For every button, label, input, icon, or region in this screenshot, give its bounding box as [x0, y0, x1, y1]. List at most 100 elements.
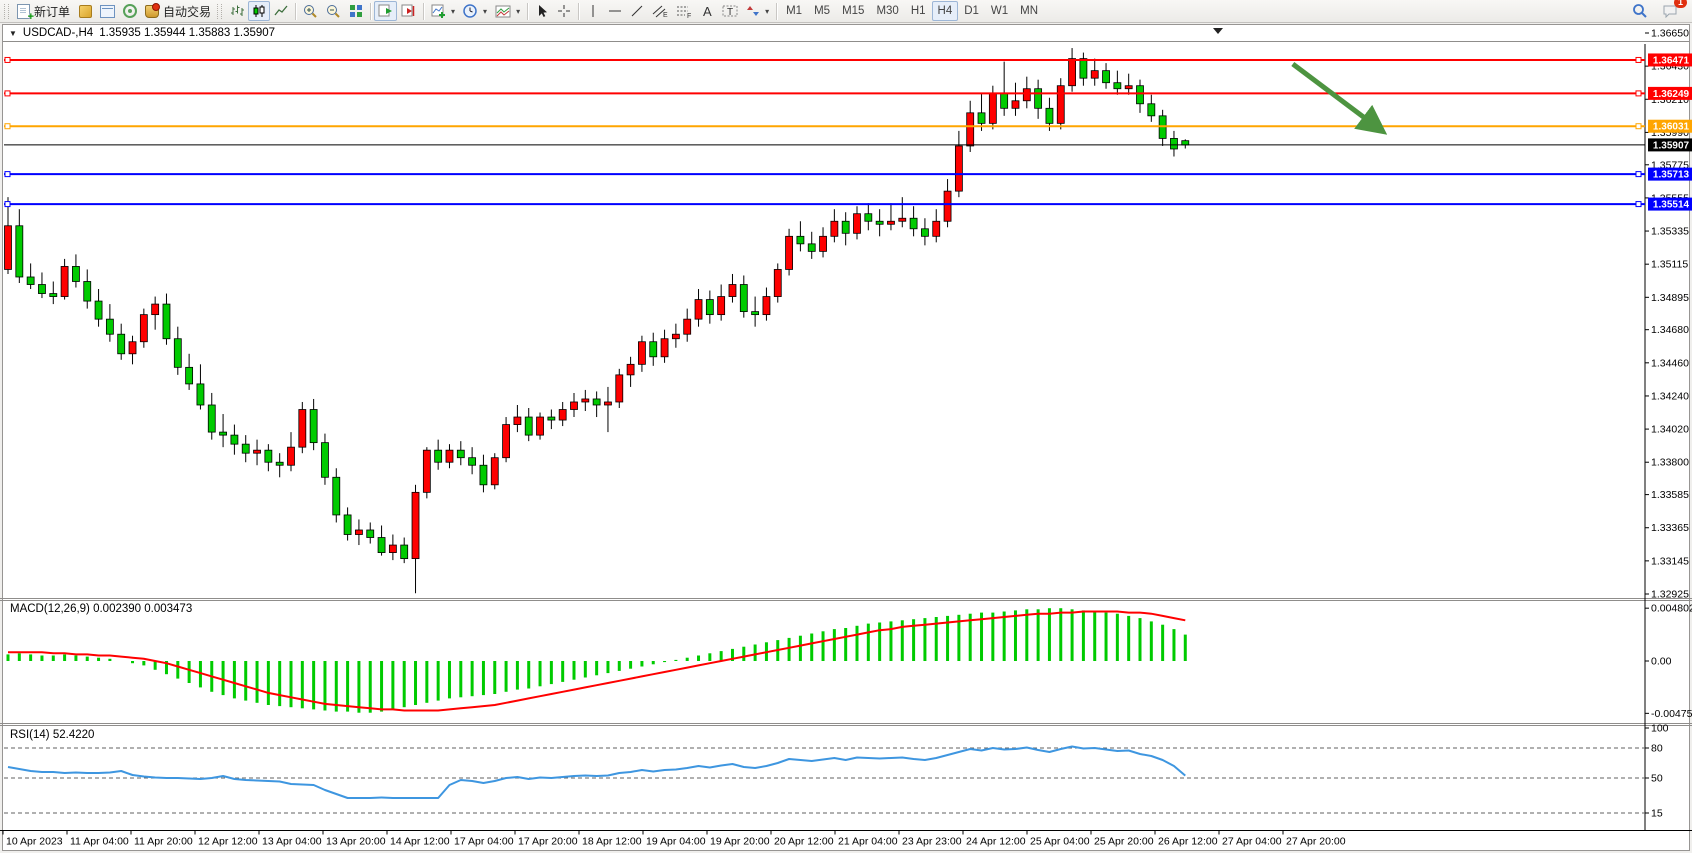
time-tick-label: 21 Apr 04:00 [838, 836, 898, 848]
candle-body [242, 444, 249, 453]
line-handle[interactable] [1636, 202, 1641, 207]
candle-body [254, 450, 261, 453]
text-label-tool-button[interactable]: T [718, 1, 742, 21]
candle-body [27, 277, 34, 285]
toolbar-separator [776, 3, 777, 20]
price-tag-label: 1.36249 [1653, 89, 1690, 100]
trendline-tool-button[interactable] [626, 1, 648, 21]
new-chart-icon [100, 5, 115, 18]
line-handle[interactable] [1636, 91, 1641, 96]
equidistant-channel-icon: E [652, 4, 668, 18]
candle-body [106, 319, 113, 334]
line-handle[interactable] [5, 202, 10, 207]
zoom-in-button[interactable] [299, 1, 322, 21]
timeframe-button-h4[interactable]: H4 [932, 1, 959, 21]
candle-body [921, 229, 928, 237]
line-chart-mode-button[interactable] [270, 1, 292, 21]
line-handle[interactable] [5, 91, 10, 96]
timeframe-button-m30[interactable]: M30 [870, 1, 904, 21]
arrows-caret-icon: ▾ [765, 7, 769, 16]
toolbar-separator [527, 3, 528, 20]
search-button[interactable] [1628, 1, 1652, 21]
fibonacci-tool-button[interactable]: F [672, 1, 696, 21]
cursor-tool-button[interactable] [531, 1, 553, 21]
bar-chart-icon [230, 4, 244, 18]
new-order-button[interactable]: 新订单 [13, 1, 74, 21]
market-watch-icon [79, 5, 92, 18]
macd-tick-label: -0.004758 [1651, 708, 1692, 720]
timeframe-button-d1[interactable]: D1 [958, 1, 985, 21]
time-tick-label: 10 Apr 2023 [6, 836, 63, 848]
candle-body [1001, 93, 1008, 108]
timeframe-button-mn[interactable]: MN [1014, 1, 1044, 21]
cursor-icon [536, 4, 549, 18]
market-watch-button[interactable] [74, 1, 96, 21]
candle-body [910, 218, 917, 229]
new-chart-button[interactable] [96, 1, 119, 21]
price-tick-label: 1.33365 [1651, 522, 1689, 534]
candle-body [876, 221, 883, 224]
candle-body [491, 458, 498, 485]
vertical-line-tool-button[interactable] [582, 1, 604, 21]
candle-body [276, 462, 283, 465]
channel-tool-button[interactable]: E [648, 1, 672, 21]
signals-button[interactable] [119, 1, 141, 21]
horizontal-line-tool-button[interactable] [604, 1, 626, 21]
line-handle[interactable] [1636, 172, 1641, 177]
bar-chart-mode-button[interactable] [226, 1, 248, 21]
line-handle[interactable] [5, 172, 10, 177]
time-tick-label: 13 Apr 04:00 [262, 836, 322, 848]
periods-caret-icon: ▾ [483, 7, 487, 16]
candle-body [333, 477, 340, 515]
candle-body [1125, 86, 1132, 89]
price-tag-label: 1.35713 [1653, 170, 1690, 181]
chart-canvas[interactable]: 1.366501.364301.362101.359901.357751.355… [0, 0, 1692, 853]
arrow-annotation[interactable] [1293, 64, 1380, 129]
notifications-button[interactable]: 1 [1658, 1, 1682, 21]
line-handle[interactable] [5, 124, 10, 129]
line-handle[interactable] [1636, 57, 1641, 62]
chart-shift-button[interactable] [397, 1, 420, 21]
candle-body [310, 410, 317, 443]
zoom-out-button[interactable] [322, 1, 345, 21]
text-icon: A [701, 4, 714, 18]
arrows-tool-button[interactable]: ▾ [742, 1, 773, 21]
candle-body [61, 266, 68, 296]
horizontal-line-icon [608, 5, 622, 17]
crosshair-tool-button[interactable] [553, 1, 575, 21]
candle-body [1148, 104, 1155, 116]
trendline-icon [630, 4, 644, 18]
periods-button[interactable]: ▾ [459, 1, 491, 21]
templates-caret-icon: ▾ [516, 7, 520, 16]
text-tool-button[interactable]: A [696, 1, 718, 21]
timeframe-toolbar: M1M5M15M30H1H4D1W1MN [780, 1, 1044, 21]
timeframe-button-m1[interactable]: M1 [780, 1, 808, 21]
candlestick-icon [252, 4, 266, 18]
line-handle[interactable] [1636, 124, 1641, 129]
candle-body [571, 402, 578, 410]
timeframe-button-w1[interactable]: W1 [985, 1, 1014, 21]
price-tick-label: 1.34460 [1651, 357, 1689, 369]
rsi-tick-label: 50 [1651, 773, 1663, 785]
timeframe-button-m15[interactable]: M15 [836, 1, 870, 21]
chart-shift-marker[interactable] [1213, 28, 1223, 34]
line-handle[interactable] [5, 57, 10, 62]
rsi-tick-label: 15 [1651, 808, 1663, 820]
auto-trading-button[interactable]: 自动交易 [141, 1, 215, 21]
tile-windows-button[interactable] [345, 1, 367, 21]
candle-body [1023, 89, 1030, 101]
timeframe-button-m5[interactable]: M5 [808, 1, 836, 21]
auto-scroll-button[interactable] [374, 1, 397, 21]
time-tick-label: 12 Apr 12:00 [198, 836, 258, 848]
templates-button[interactable]: ▾ [491, 1, 524, 21]
toolbar-separator [423, 3, 424, 20]
candle-body [604, 402, 611, 405]
timeframe-button-h1[interactable]: H1 [905, 1, 932, 21]
candle-body [38, 285, 45, 294]
toolbar-separator [578, 3, 579, 20]
candlestick-mode-button[interactable] [248, 1, 270, 21]
time-tick-label: 11 Apr 04:00 [70, 836, 129, 848]
indicators-button[interactable]: ▾ [427, 1, 459, 21]
candle-body [548, 417, 555, 420]
time-tick-label: 27 Apr 20:00 [1286, 836, 1346, 848]
